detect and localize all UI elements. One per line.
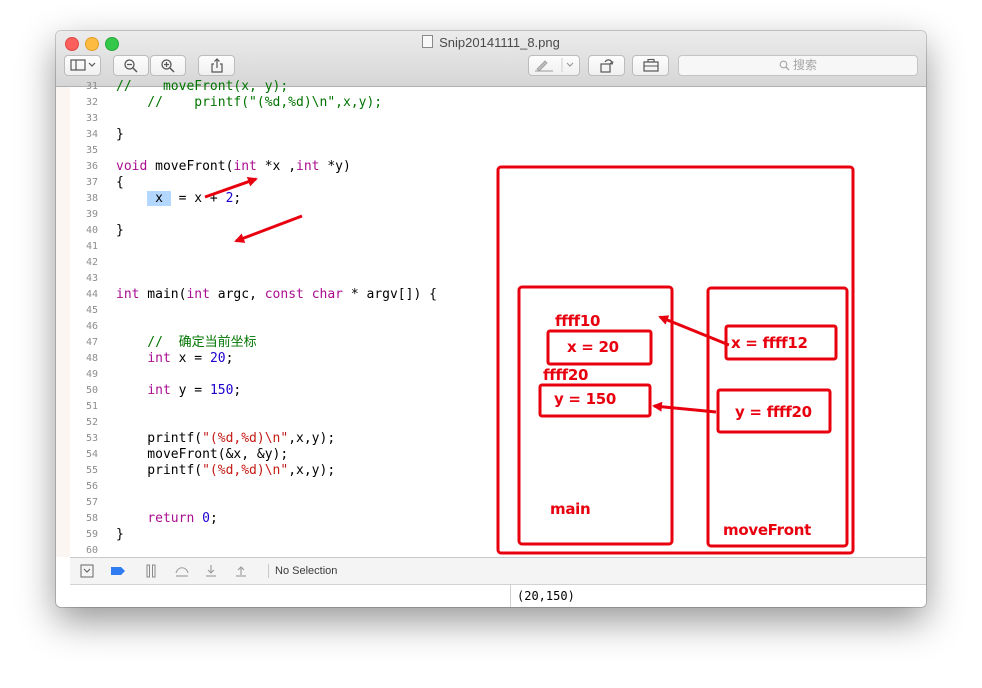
code-arrow-2 <box>234 214 303 243</box>
pointer-arrow-x <box>658 315 730 347</box>
main-x-value-label: x = 20 <box>567 338 619 356</box>
main-frame-label: main <box>550 500 591 518</box>
main-x-address-label: ffff10 <box>555 312 601 330</box>
movefront-y-value-label: y = ffff20 <box>735 403 812 421</box>
code-arrow-1 <box>204 176 258 199</box>
movefront-frame-label: moveFront <box>723 521 812 539</box>
main-y-address-label: ffff20 <box>543 366 589 384</box>
main-y-value-label: y = 150 <box>554 390 617 408</box>
movefront-x-value-label: x = ffff12 <box>731 334 808 352</box>
annotation-layer <box>204 165 855 555</box>
